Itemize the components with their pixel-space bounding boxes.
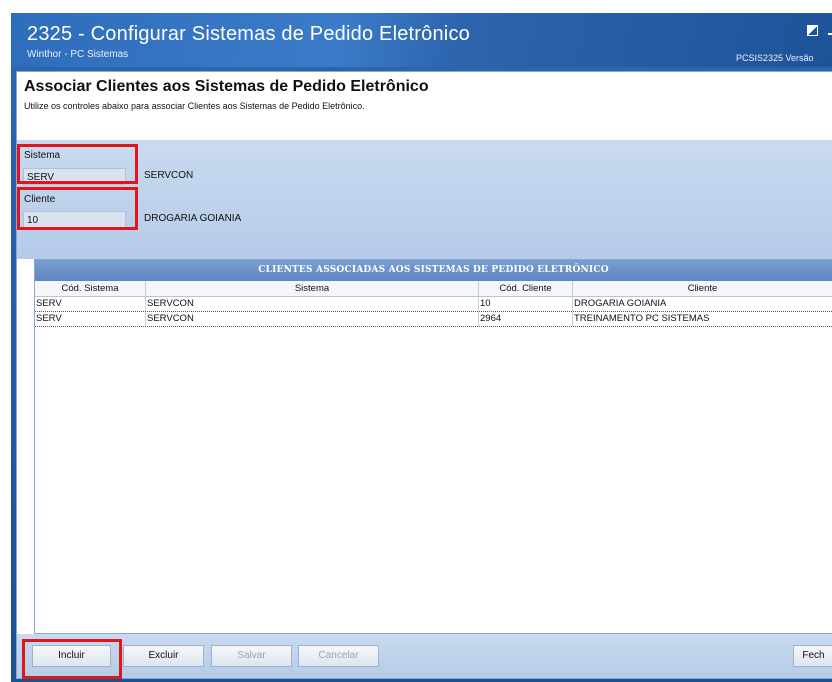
client-area: Associar Clientes aos Sistemas de Pedido… [16,71,832,679]
window-controls [807,22,832,36]
table-row[interactable]: SERV SERVCON 2964 TREINAMENTO PC SISTEMA… [35,312,832,327]
cliente-label: Cliente [24,194,55,205]
header-panel: Associar Clientes aos Sistemas de Pedido… [17,72,832,141]
routine-version: PCSIS2325 Versão [736,53,814,63]
button-bar: Incluir Excluir Salvar Cancelar Fech [17,634,832,678]
excluir-button[interactable]: Excluir [123,645,204,667]
minimize-icon[interactable] [828,33,832,35]
column-header-cod-cliente[interactable]: Cód. Cliente [479,281,573,296]
page-title: Associar Clientes aos Sistemas de Pedido… [24,78,429,96]
cell-cliente: DROGARIA GOIANIA [573,297,832,311]
clients-grid: CLIENTES ASSOCIADAS AOS SISTEMAS DE PEDI… [34,259,832,634]
sistema-description: SERVCON [144,170,193,181]
cliente-input[interactable]: 10 [23,211,126,228]
cell-cod-sistema: SERV [35,297,146,311]
table-row[interactable]: SERV SERVCON 10 DROGARIA GOIANIA [35,297,832,312]
window-title: 2325 - Configurar Sistemas de Pedido Ele… [27,23,470,46]
sistema-input[interactable]: SERV [23,168,126,185]
cancelar-button[interactable]: Cancelar [298,645,379,667]
column-header-sistema[interactable]: Sistema [146,281,479,296]
cell-cod-cliente: 2964 [479,312,573,326]
cell-cod-cliente: 10 [479,297,573,311]
window-subtitle: Winthor - PC Sistemas [27,49,128,60]
title-bar: 2325 - Configurar Sistemas de Pedido Ele… [11,13,832,67]
cliente-description: DROGARIA GOIANIA [144,213,241,224]
fechar-button[interactable]: Fech [793,645,832,667]
cell-sistema: SERVCON [146,312,479,326]
column-header-cod-sistema[interactable]: Cód. Sistema [35,281,146,296]
page-description: Utilize os controles abaixo para associa… [24,101,365,111]
column-header-cliente[interactable]: Cliente [573,281,832,296]
cell-cliente: TREINAMENTO PC SISTEMAS [573,312,832,326]
incluir-button[interactable]: Incluir [32,645,111,667]
cell-cod-sistema: SERV [35,312,146,326]
grid-title: CLIENTES ASSOCIADAS AOS SISTEMAS DE PEDI… [35,260,832,281]
app-window: 2325 - Configurar Sistemas de Pedido Ele… [11,13,832,682]
sistema-label: Sistema [24,150,60,161]
filter-panel: Sistema SERV SERVCON Cliente 10 DROGARIA… [17,141,832,259]
restore-icon[interactable] [807,25,818,36]
salvar-button[interactable]: Salvar [211,645,292,667]
cell-sistema: SERVCON [146,297,479,311]
grid-header: Cód. Sistema Sistema Cód. Cliente Client… [35,281,832,297]
